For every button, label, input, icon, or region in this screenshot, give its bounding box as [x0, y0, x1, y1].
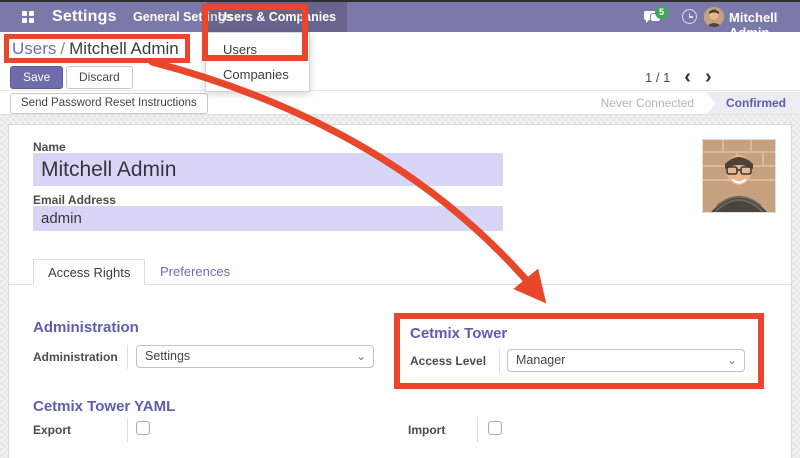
chevron-down-icon: ⌄ — [356, 346, 366, 367]
divider — [127, 418, 128, 442]
pager-next-icon[interactable]: › — [705, 68, 712, 86]
email-input[interactable] — [33, 206, 503, 231]
user-photo-image — [703, 140, 775, 212]
send-password-reset-button[interactable]: Send Password Reset Instructions — [10, 93, 208, 114]
menu-users-companies[interactable]: Users & Companies — [207, 2, 347, 32]
discard-button[interactable]: Discard — [66, 66, 133, 89]
status-bar: Never Connected Confirmed — [589, 92, 800, 115]
dropdown-item-companies[interactable]: Companies — [206, 62, 309, 87]
administration-group-title: Administration — [33, 319, 139, 336]
user-menu[interactable]: Mitchell Admin — [729, 10, 800, 40]
breadcrumb-users-link[interactable]: Users — [12, 39, 56, 58]
pager-prev-icon[interactable]: ‹ — [684, 68, 691, 86]
email-label: Email Address — [33, 193, 116, 207]
top-navbar: Settings General Settings Users & Compan… — [0, 2, 800, 32]
cetmix-tower-yaml-group-title: Cetmix Tower YAML — [33, 398, 175, 415]
breadcrumb: Users/Mitchell Admin — [12, 39, 179, 59]
status-confirmed[interactable]: Confirmed — [706, 92, 800, 115]
settings-window: Settings General Settings Users & Compan… — [0, 0, 800, 458]
import-label: Import — [408, 423, 445, 437]
pager-value: 1 / 1 — [645, 70, 670, 85]
save-button[interactable]: Save — [10, 66, 63, 89]
divider — [127, 345, 128, 369]
activities-clock-icon[interactable] — [682, 9, 697, 24]
tab-access-rights[interactable]: Access Rights — [33, 259, 145, 285]
administration-field-label: Administration — [33, 350, 118, 364]
name-input[interactable] — [33, 153, 503, 186]
cetmix-tower-group-title: Cetmix Tower — [410, 325, 507, 342]
access-level-select-value: Manager — [516, 353, 565, 367]
administration-select[interactable]: Settings ⌄ — [136, 345, 374, 368]
app-title: Settings — [52, 8, 117, 26]
user-avatar-small[interactable] — [704, 7, 724, 27]
import-checkbox[interactable] — [488, 421, 502, 435]
messages-count-badge: 5 — [655, 6, 668, 19]
divider — [0, 90, 800, 91]
export-checkbox[interactable] — [136, 421, 150, 435]
divider — [477, 418, 478, 442]
user-photo[interactable] — [702, 139, 776, 213]
administration-select-value: Settings — [145, 349, 190, 363]
breadcrumb-current: Mitchell Admin — [69, 39, 179, 58]
name-label: Name — [33, 140, 66, 154]
dropdown-item-users[interactable]: Users — [206, 37, 309, 62]
access-level-label: Access Level — [410, 354, 486, 368]
export-label: Export — [33, 423, 71, 437]
divider — [499, 349, 500, 373]
users-companies-dropdown: Users Companies — [205, 32, 310, 92]
user-avatar-small-image — [704, 7, 724, 27]
pager: 1 / 1 ‹ › — [645, 68, 712, 86]
access-level-select[interactable]: Manager ⌄ — [507, 349, 745, 372]
tab-preferences[interactable]: Preferences — [146, 259, 244, 285]
status-never-connected[interactable]: Never Connected — [589, 92, 706, 115]
breadcrumb-separator: / — [56, 39, 69, 58]
chevron-down-icon: ⌄ — [727, 350, 737, 371]
apps-grid-icon[interactable] — [22, 11, 34, 23]
